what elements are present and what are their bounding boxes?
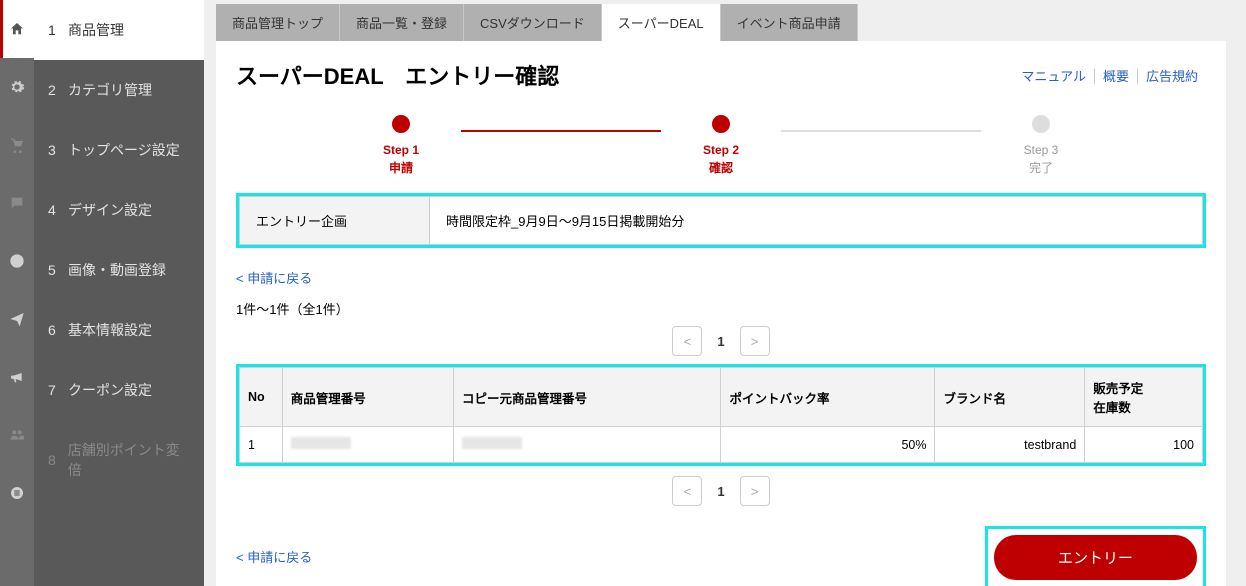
rail-megaphone-icon[interactable] xyxy=(0,348,34,406)
tab-csv[interactable]: CSVダウンロード xyxy=(464,4,602,41)
tab-superdeal[interactable]: スーパーDEAL xyxy=(602,4,721,41)
sidenav-item-toppage[interactable]: 3トップページ設定 xyxy=(34,120,204,180)
entry-summary-box: エントリー企画 時間限定枠_9月9日～9月15日掲載開始分 xyxy=(236,193,1206,248)
entry-button[interactable]: エントリー xyxy=(994,535,1197,580)
tab-bar: 商品管理トップ 商品一覧・登録 CSVダウンロード スーパーDEAL イベント商… xyxy=(216,4,1226,41)
icon-rail xyxy=(0,0,34,586)
rail-gear-icon[interactable] xyxy=(0,58,34,116)
pager-next-button[interactable]: > xyxy=(740,326,770,356)
th-prod: 商品管理番号 xyxy=(282,368,453,427)
sidenav-item-products[interactable]: 1商品管理 xyxy=(34,0,204,60)
sidenav-label: デザイン設定 xyxy=(68,200,152,220)
table-row: 1 50% testbrand 100 xyxy=(240,427,1203,463)
entry-plan-label: エントリー企画 xyxy=(240,197,430,244)
sidenav-label: 店舗別ポイント変倍 xyxy=(68,440,190,480)
link-overview[interactable]: 概要 xyxy=(1094,69,1137,84)
sidenav-item-basic[interactable]: 6基本情報設定 xyxy=(34,300,204,360)
redacted-value xyxy=(291,437,351,449)
cell-prod xyxy=(282,427,453,463)
step-2: Step 2確認 xyxy=(661,115,781,177)
step-1: Step 1申請 xyxy=(341,115,461,177)
redacted-value xyxy=(462,437,522,449)
tab-top[interactable]: 商品管理トップ xyxy=(216,4,340,41)
step-indicator: Step 1申請 Step 2確認 Step 3完了 xyxy=(236,115,1206,177)
main-area: 商品管理トップ 商品一覧・登録 CSVダウンロード スーパーDEAL イベント商… xyxy=(204,0,1246,586)
sidenav-label: 画像・動画登録 xyxy=(68,260,166,280)
rail-users-icon[interactable] xyxy=(0,406,34,464)
back-link[interactable]: < 申請に戻る xyxy=(236,268,312,287)
entry-plan-value: 時間限定枠_9月9日～9月15日掲載開始分 xyxy=(430,197,1202,244)
pager-top: < 1 > xyxy=(236,326,1206,356)
sidenav-item-categories[interactable]: 2カテゴリ管理 xyxy=(34,60,204,120)
sidenav-item-coupon[interactable]: 7クーポン設定 xyxy=(34,360,204,420)
top-links: マニュアル概要広告規約 xyxy=(1013,66,1206,85)
step-dot-icon xyxy=(392,115,410,133)
sidenav-item-design[interactable]: 4デザイン設定 xyxy=(34,180,204,240)
pager-current: 1 xyxy=(706,334,736,349)
step-dot-icon xyxy=(1032,115,1050,133)
cell-copy xyxy=(453,427,721,463)
th-stock: 販売予定 在庫数 xyxy=(1085,368,1203,427)
rail-send-icon[interactable] xyxy=(0,290,34,348)
pager-prev-button[interactable]: < xyxy=(672,476,702,506)
rail-home-icon[interactable] xyxy=(0,0,34,58)
link-ad-rules[interactable]: 広告規約 xyxy=(1137,69,1206,84)
side-nav: 1商品管理 2カテゴリ管理 3トップページ設定 4デザイン設定 5画像・動画登録… xyxy=(34,0,204,586)
result-table: No 商品管理番号 コピー元商品管理番号 ポイントバック率 ブランド名 販売予定… xyxy=(239,367,1203,463)
tab-event[interactable]: イベント商品申請 xyxy=(721,4,858,41)
sidenav-item-media[interactable]: 5画像・動画登録 xyxy=(34,240,204,300)
cell-rate: 50% xyxy=(721,427,935,463)
rail-chart-icon[interactable] xyxy=(0,232,34,290)
cell-no: 1 xyxy=(240,427,283,463)
result-table-box: No 商品管理番号 コピー元商品管理番号 ポイントバック率 ブランド名 販売予定… xyxy=(236,364,1206,466)
th-copy: コピー元商品管理番号 xyxy=(453,368,721,427)
pager-prev-button[interactable]: < xyxy=(672,326,702,356)
rail-list-icon[interactable] xyxy=(0,464,34,522)
rail-cart-icon[interactable] xyxy=(0,116,34,174)
th-brand: ブランド名 xyxy=(935,368,1085,427)
sidenav-label: クーポン設定 xyxy=(68,380,152,400)
sidenav-item-point[interactable]: 8店舗別ポイント変倍 xyxy=(34,420,204,500)
tab-list[interactable]: 商品一覧・登録 xyxy=(340,4,464,41)
step-3: Step 3完了 xyxy=(981,115,1101,177)
th-rate: ポイントバック率 xyxy=(721,368,935,427)
pager-bottom: < 1 > xyxy=(236,476,1206,506)
page-title: スーパーDEAL エントリー確認 xyxy=(236,59,559,91)
th-no: No xyxy=(240,368,283,427)
pager-current: 1 xyxy=(706,484,736,499)
step-connector xyxy=(781,130,981,132)
step-connector xyxy=(461,130,661,132)
page-panel: スーパーDEAL エントリー確認 マニュアル概要広告規約 Step 1申請 St… xyxy=(216,41,1226,586)
back-link-bottom[interactable]: < 申請に戻る xyxy=(236,547,312,566)
link-manual[interactable]: マニュアル xyxy=(1013,69,1094,84)
result-count: 1件～1件（全1件） xyxy=(236,299,1206,318)
sidenav-label: 商品管理 xyxy=(68,20,124,40)
step-dot-icon xyxy=(712,115,730,133)
sidenav-label: カテゴリ管理 xyxy=(68,80,152,100)
pager-next-button[interactable]: > xyxy=(740,476,770,506)
sidenav-label: 基本情報設定 xyxy=(68,320,152,340)
cell-brand: testbrand xyxy=(935,427,1085,463)
entry-button-wrap: エントリー xyxy=(985,526,1206,586)
sidenav-label: トップページ設定 xyxy=(68,140,180,160)
cell-stock: 100 xyxy=(1085,427,1203,463)
rail-comment-icon[interactable] xyxy=(0,174,34,232)
